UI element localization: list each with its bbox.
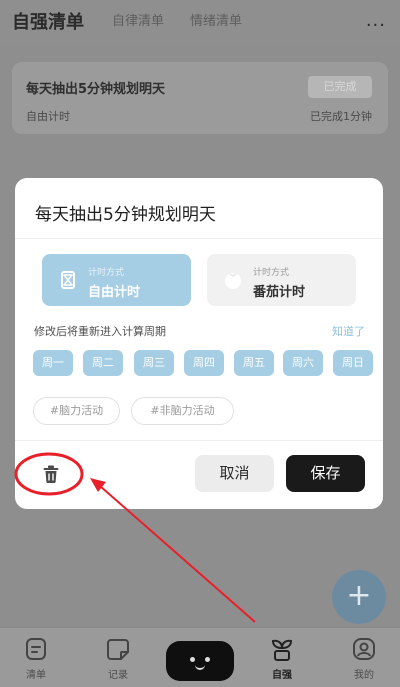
tab-qingxu[interactable]: 情绪清单 [190,10,242,29]
got-it-link[interactable]: 知道了 [332,323,365,339]
mode-tomato-timing[interactable]: 计时方式 番茄计时 [207,254,356,306]
mascot-mouth-icon [195,665,205,670]
top-tab-bar: 自强清单 自律清单 情绪清单 ... [0,0,400,46]
mode-label: 番茄计时 [253,285,306,300]
tag-mental-activity[interactable]: #脑力活动 [33,397,120,425]
day-tuesday[interactable]: 周二 [83,350,123,376]
mascot-right-eye-icon [205,657,210,662]
cancel-button[interactable]: 取消 [195,455,274,492]
nav-item-list[interactable]: 清单 [6,636,66,681]
day-friday[interactable]: 周五 [234,350,274,376]
divider [15,238,383,239]
day-thursday[interactable]: 周四 [184,350,224,376]
task-card[interactable]: 每天抽出5分钟规划明天 已完成 自由计时 已完成1分钟 [12,62,388,134]
mode-caption: 计时方式 [253,268,290,278]
divider [15,440,383,441]
profile-icon [353,638,375,660]
day-sunday[interactable]: 周日 [333,350,373,376]
save-button[interactable]: 保存 [286,455,365,492]
nav-item-ziqiang[interactable]: 自强 [252,636,312,681]
tab-ziqiang[interactable]: 自强清单 [12,8,84,34]
task-mode: 自由计时 [26,110,70,123]
task-title: 每天抽出5分钟规划明天 [26,82,166,97]
nav-label-list: 清单 [26,670,46,681]
mode-caption: 计时方式 [88,268,125,278]
cycle-hint-text: 修改后将重新进入计算周期 [34,325,166,338]
more-menu-icon[interactable]: ... [366,10,386,31]
nav-label-profile: 我的 [354,670,374,681]
nav-item-profile[interactable]: 我的 [334,636,394,681]
completed-badge: 已完成 [308,76,372,98]
day-wednesday[interactable]: 周三 [134,350,174,376]
day-monday[interactable]: 周一 [33,350,73,376]
task-done-text: 已完成1分钟 [310,110,372,123]
mode-label: 自由计时 [88,285,141,300]
mode-free-timing[interactable]: 计时方式 自由计时 [42,254,191,306]
nav-label-record: 记录 [108,670,128,681]
trash-icon[interactable] [41,464,61,484]
edit-task-modal: 每天抽出5分钟规划明天 计时方式 自由计时 计时方式 番茄计时 修改后将重新进入… [15,178,383,509]
tomato-icon [225,273,241,289]
nav-item-record[interactable]: 记录 [88,636,148,681]
center-mascot-button[interactable] [166,641,234,681]
list-icon [26,638,46,660]
sprout-icon [271,639,293,661]
tag-non-mental-activity[interactable]: #非脑力活动 [131,397,234,425]
nav-label-ziqiang: 自强 [272,670,292,681]
tab-zilv[interactable]: 自律清单 [112,10,164,29]
modal-title: 每天抽出5分钟规划明天 [35,205,216,225]
day-saturday[interactable]: 周六 [283,350,323,376]
hourglass-icon [61,271,75,289]
mascot-left-eye-icon [190,657,195,662]
record-icon [107,639,129,660]
add-button[interactable]: + [332,570,386,624]
